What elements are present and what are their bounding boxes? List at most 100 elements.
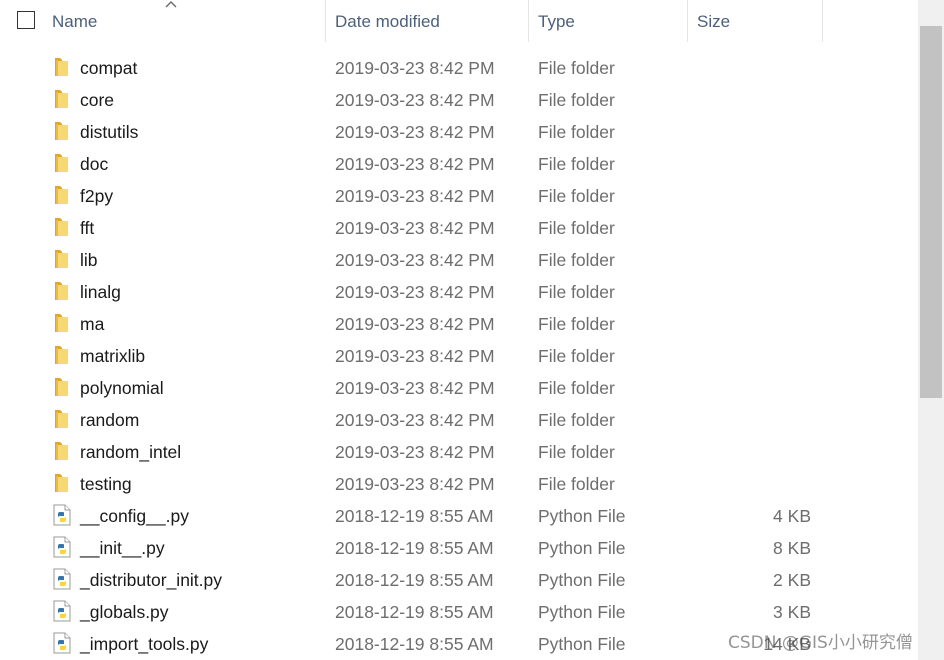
file-row[interactable]: matrixlib 2019-03-23 8:42 PM File folder bbox=[0, 340, 918, 372]
folder-icon bbox=[52, 152, 72, 174]
file-type: File folder bbox=[538, 186, 615, 206]
file-row[interactable]: fft 2019-03-23 8:42 PM File folder bbox=[0, 212, 918, 244]
file-size: 2 KB bbox=[773, 570, 811, 590]
file-date-modified: 2019-03-23 8:42 PM bbox=[335, 282, 495, 302]
file-type: File folder bbox=[538, 122, 615, 142]
file-name: random_intel bbox=[80, 442, 182, 462]
folder-icon bbox=[52, 56, 72, 78]
file-date-modified: 2019-03-23 8:42 PM bbox=[335, 314, 495, 334]
file-name: polynomial bbox=[80, 378, 164, 398]
vertical-scrollbar[interactable] bbox=[918, 0, 944, 660]
python-file-icon bbox=[52, 600, 72, 622]
file-name: doc bbox=[80, 154, 109, 174]
file-name: distutils bbox=[80, 122, 139, 142]
folder-icon bbox=[52, 88, 72, 110]
file-row[interactable]: random_intel 2019-03-23 8:42 PM File folde… bbox=[0, 436, 918, 468]
column-header: Name Date modified Type Size bbox=[0, 0, 918, 42]
file-name: random bbox=[80, 410, 140, 430]
file-date-modified: 2019-03-23 8:42 PM bbox=[335, 58, 495, 78]
file-row[interactable]: compat 2019-03-23 8:42 PM File folder bbox=[0, 52, 918, 84]
file-date-modified: 2018-12-19 8:55 AM bbox=[335, 538, 494, 558]
file-row[interactable]: linalg 2019-03-23 8:42 PM File folder bbox=[0, 276, 918, 308]
folder-icon bbox=[52, 312, 72, 334]
file-name: __config__.py bbox=[80, 506, 189, 526]
file-type: Python File bbox=[538, 602, 626, 622]
file-type: File folder bbox=[538, 154, 615, 174]
file-date-modified: 2019-03-23 8:42 PM bbox=[335, 154, 495, 174]
file-date-modified: 2019-03-23 8:42 PM bbox=[335, 218, 495, 238]
file-date-modified: 2019-03-23 8:42 PM bbox=[335, 122, 495, 142]
column-header-date-label: Date modified bbox=[335, 12, 440, 31]
file-row[interactable]: __init__.py 2018-12-19 8:55 AM Python File… bbox=[0, 532, 918, 564]
folder-icon bbox=[52, 472, 72, 494]
file-name: lib bbox=[80, 250, 98, 270]
file-date-modified: 2019-03-23 8:42 PM bbox=[335, 90, 495, 110]
file-name: compat bbox=[80, 58, 138, 78]
file-row[interactable]: random 2019-03-23 8:42 PM File folder bbox=[0, 404, 918, 436]
column-header-name-label: Name bbox=[52, 12, 98, 31]
file-row[interactable]: doc 2019-03-23 8:42 PM File folder bbox=[0, 148, 918, 180]
file-type: Python File bbox=[538, 634, 626, 654]
file-date-modified: 2018-12-19 8:55 AM bbox=[335, 634, 494, 654]
file-date-modified: 2019-03-23 8:42 PM bbox=[335, 378, 495, 398]
file-row[interactable]: distutils 2019-03-23 8:42 PM File folder bbox=[0, 116, 918, 148]
file-type: File folder bbox=[538, 90, 615, 110]
file-type: Python File bbox=[538, 538, 626, 558]
file-type: File folder bbox=[538, 282, 615, 302]
folder-icon bbox=[52, 408, 72, 430]
column-header-name[interactable]: Name bbox=[44, 0, 326, 42]
file-date-modified: 2018-12-19 8:55 AM bbox=[335, 506, 494, 526]
file-date-modified: 2018-12-19 8:55 AM bbox=[335, 602, 494, 622]
scrollbar-thumb[interactable] bbox=[920, 26, 942, 398]
file-name: _globals.py bbox=[80, 602, 169, 622]
file-size: 3 KB bbox=[773, 602, 811, 622]
python-file-icon bbox=[52, 632, 72, 654]
file-date-modified: 2019-03-23 8:42 PM bbox=[335, 346, 495, 366]
file-row[interactable]: __config__.py 2018-12-19 8:55 AM Python Fi… bbox=[0, 500, 918, 532]
file-type: File folder bbox=[538, 346, 615, 366]
file-date-modified: 2019-03-23 8:42 PM bbox=[335, 250, 495, 270]
python-file-icon bbox=[52, 568, 72, 590]
file-row[interactable]: _distributor_init.py 2018-12-19 8:55 AM Py… bbox=[0, 564, 918, 596]
file-name: matrixlib bbox=[80, 346, 146, 366]
file-row[interactable]: testing 2019-03-23 8:42 PM File folder bbox=[0, 468, 918, 500]
folder-icon bbox=[52, 440, 72, 462]
file-list: compat 2019-03-23 8:42 PM File folder core… bbox=[0, 52, 918, 660]
file-row[interactable]: ma 2019-03-23 8:42 PM File folder bbox=[0, 308, 918, 340]
file-date-modified: 2019-03-23 8:42 PM bbox=[335, 442, 495, 462]
file-row[interactable]: _globals.py 2018-12-19 8:55 AM Python File… bbox=[0, 596, 918, 628]
folder-icon bbox=[52, 280, 72, 302]
column-header-date[interactable]: Date modified bbox=[327, 0, 529, 42]
file-name: f2py bbox=[80, 186, 114, 206]
file-name: linalg bbox=[80, 282, 121, 302]
file-type: Python File bbox=[538, 570, 626, 590]
chevron-up-icon bbox=[165, 1, 177, 8]
file-size: 8 KB bbox=[773, 538, 811, 558]
python-file-icon bbox=[52, 536, 72, 558]
folder-icon bbox=[52, 184, 72, 206]
file-name: __init__.py bbox=[80, 538, 165, 558]
file-date-modified: 2019-03-23 8:42 PM bbox=[335, 186, 495, 206]
file-row[interactable]: f2py 2019-03-23 8:42 PM File folder bbox=[0, 180, 918, 212]
watermark: CSDN @GIS小小研究僧 bbox=[728, 633, 913, 653]
column-header-size-label: Size bbox=[697, 12, 731, 31]
file-type: File folder bbox=[538, 442, 615, 462]
column-header-type[interactable]: Type bbox=[530, 0, 688, 42]
file-name: fft bbox=[80, 218, 95, 238]
file-row[interactable]: polynomial 2019-03-23 8:42 PM File folder bbox=[0, 372, 918, 404]
file-type: File folder bbox=[538, 218, 615, 238]
folder-icon bbox=[52, 120, 72, 142]
file-name: _distributor_init.py bbox=[80, 570, 223, 590]
folder-icon bbox=[52, 376, 72, 398]
folder-icon bbox=[52, 344, 72, 366]
select-all-checkbox[interactable] bbox=[17, 11, 35, 29]
file-size: 4 KB bbox=[773, 506, 811, 526]
column-header-size[interactable]: Size bbox=[689, 0, 823, 42]
file-name: testing bbox=[80, 474, 132, 494]
file-name: ma bbox=[80, 314, 105, 334]
file-type: File folder bbox=[538, 378, 615, 398]
file-row[interactable]: lib 2019-03-23 8:42 PM File folder bbox=[0, 244, 918, 276]
column-header-type-label: Type bbox=[538, 12, 575, 31]
file-date-modified: 2019-03-23 8:42 PM bbox=[335, 410, 495, 430]
file-row[interactable]: core 2019-03-23 8:42 PM File folder bbox=[0, 84, 918, 116]
